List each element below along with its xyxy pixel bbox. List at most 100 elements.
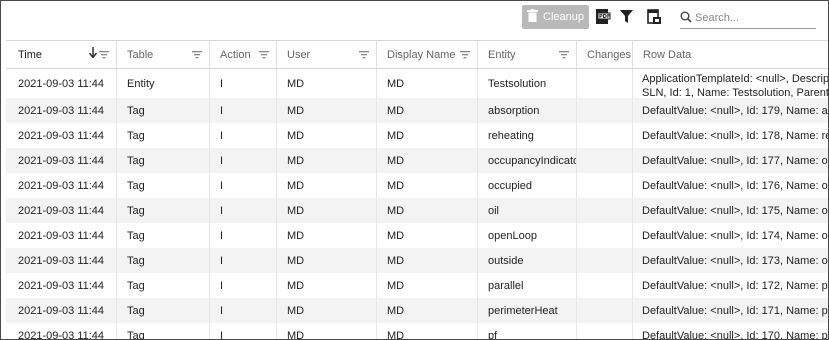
column-title: Display Name [387, 48, 456, 61]
cell-table: Tag [117, 98, 210, 123]
cell-user: MD [277, 123, 377, 148]
cell-time: 2021-09-03 11:44 [6, 298, 117, 323]
column-title: Changes [587, 48, 632, 61]
table-row[interactable]: 2021-09-03 11:44 Tag I MD MD reheating Default… [6, 123, 828, 148]
trash-icon [527, 9, 538, 25]
cell-entity: parallel [478, 273, 577, 298]
column-title: Row Data [643, 48, 692, 61]
cell-changes [577, 148, 633, 173]
cell-time: 2021-09-03 11:44 [6, 273, 117, 298]
column-menu-icon[interactable] [192, 50, 202, 62]
cell-changes [577, 223, 633, 248]
cell-row-data: DefaultValue: <null>, Id: 176, Name: occ… [633, 173, 828, 198]
cell-display-name: MD [377, 98, 478, 123]
table-row[interactable]: 2021-09-03 11:44 Entity I MD MD Testsolution A… [6, 69, 828, 98]
cell-row-data: DefaultValue: <null>, Id: 179, Name: abs… [633, 98, 828, 123]
column-menu-icon[interactable] [99, 50, 109, 62]
search-input[interactable] [692, 12, 807, 24]
cell-display-name: MD [377, 273, 478, 298]
cell-changes [577, 123, 633, 148]
cell-entity: reheating [478, 123, 577, 148]
audit-grid: Time Table Action User Display Name Enti… [6, 40, 828, 340]
column-menu-icon[interactable] [460, 50, 470, 62]
cell-table: Tag [117, 248, 210, 273]
cell-entity: perimeterHeat [478, 298, 577, 323]
cell-display-name: MD [377, 298, 478, 323]
audit-log-panel: Cleanup PDF Time [0, 0, 829, 340]
row-data-line: DefaultValue: <null>, Id: 173, Name: out… [642, 254, 828, 267]
row-data-line: DefaultValue: <null>, Id: 179, Name: abs… [642, 104, 828, 117]
column-header-action[interactable]: Action [210, 41, 277, 68]
cell-table: Tag [117, 198, 210, 223]
cell-entity: outside [478, 248, 577, 273]
column-title: Action [220, 48, 251, 61]
row-data-line: SLN, Id: 1, Name: Testsolution, ParentId… [642, 87, 828, 98]
table-row[interactable]: 2021-09-03 11:44 Tag I MD MD occupancyIndicat… [6, 148, 828, 173]
column-header-row-data[interactable]: Row Data [633, 41, 828, 68]
cell-changes [577, 98, 633, 123]
row-data-line: ApplicationTemplateId: <null>, Descripti… [642, 73, 828, 85]
cell-time: 2021-09-03 11:44 [6, 323, 117, 339]
cell-action: I [210, 323, 277, 339]
cell-action: I [210, 98, 277, 123]
cell-table: Tag [117, 148, 210, 173]
table-row[interactable]: 2021-09-03 11:44 Tag I MD MD occupied DefaultV… [6, 173, 828, 198]
cell-time: 2021-09-03 11:44 [6, 223, 117, 248]
search-box [680, 8, 816, 29]
table-row[interactable]: 2021-09-03 11:44 Tag I MD MD parallel DefaultV… [6, 273, 828, 298]
cell-time: 2021-09-03 11:44 [6, 198, 117, 223]
cell-entity: occupied [478, 173, 577, 198]
cell-row-data: DefaultValue: <null>, Id: 172, Name: par… [633, 273, 828, 298]
filter-icon[interactable] [618, 9, 634, 25]
cell-entity: occupancyIndicator [478, 148, 577, 173]
cell-entity: Testsolution [478, 69, 577, 98]
row-data-line: DefaultValue: <null>, Id: 171, Name: per… [642, 304, 828, 317]
cell-time: 2021-09-03 11:44 [6, 248, 117, 273]
column-chooser-icon[interactable] [646, 9, 662, 25]
cell-entity: oil [478, 198, 577, 223]
cell-user: MD [277, 298, 377, 323]
cell-changes [577, 69, 633, 98]
column-header-changes[interactable]: Changes [577, 41, 633, 68]
cell-action: I [210, 173, 277, 198]
row-data-line: DefaultValue: <null>, Id: 175, Name: oil… [642, 204, 828, 217]
table-row[interactable]: 2021-09-03 11:44 Tag I MD MD pf DefaultValue: … [6, 323, 828, 340]
row-data-line: DefaultValue: <null>, Id: 177, Name: occ… [642, 154, 828, 167]
column-header-user[interactable]: User [277, 41, 377, 68]
table-row[interactable]: 2021-09-03 11:44 Tag I MD MD absorption Defaul… [6, 98, 828, 123]
cell-action: I [210, 69, 277, 98]
column-header-time[interactable]: Time [6, 41, 117, 68]
column-menu-icon[interactable] [259, 50, 269, 62]
cell-time: 2021-09-03 11:44 [6, 69, 117, 98]
cell-row-data: DefaultValue: <null>, Id: 174, Name: ope… [633, 223, 828, 248]
column-header-display-name[interactable]: Display Name [377, 41, 478, 68]
sort-descending-icon[interactable] [88, 47, 98, 61]
pdf-export-icon[interactable]: PDF [595, 9, 611, 25]
table-row[interactable]: 2021-09-03 11:44 Tag I MD MD openLoop DefaultV… [6, 223, 828, 248]
column-header-table[interactable]: Table [117, 41, 210, 68]
row-data-line: DefaultValue: <null>, Id: 178, Name: reh… [642, 129, 828, 142]
column-menu-icon[interactable] [559, 50, 569, 62]
cell-time: 2021-09-03 11:44 [6, 123, 117, 148]
cell-row-data: DefaultValue: <null>, Id: 175, Name: oil… [633, 198, 828, 223]
cleanup-label: Cleanup [543, 11, 584, 23]
cell-user: MD [277, 198, 377, 223]
column-title: Table [127, 48, 154, 61]
cell-table: Tag [117, 273, 210, 298]
cell-time: 2021-09-03 11:44 [6, 173, 117, 198]
column-header-entity[interactable]: Entity [478, 41, 577, 68]
table-row[interactable]: 2021-09-03 11:44 Tag I MD MD outside DefaultVa… [6, 248, 828, 273]
cell-display-name: MD [377, 248, 478, 273]
cell-action: I [210, 148, 277, 173]
cell-row-data: DefaultValue: <null>, Id: 170, Name: pf,… [633, 323, 828, 340]
cell-user: MD [277, 273, 377, 298]
table-row[interactable]: 2021-09-03 11:44 Tag I MD MD perimeterHeat Def… [6, 298, 828, 323]
table-row[interactable]: 2021-09-03 11:44 Tag I MD MD oil DefaultValue:… [6, 198, 828, 223]
cell-entity: openLoop [478, 223, 577, 248]
column-menu-icon[interactable] [359, 50, 369, 62]
cell-table: Tag [117, 173, 210, 198]
grid-body: 2021-09-03 11:44 Entity I MD MD Testsolution A… [6, 69, 828, 340]
cleanup-button[interactable]: Cleanup [522, 5, 589, 29]
column-title: User [287, 48, 311, 61]
cell-display-name: MD [377, 198, 478, 223]
